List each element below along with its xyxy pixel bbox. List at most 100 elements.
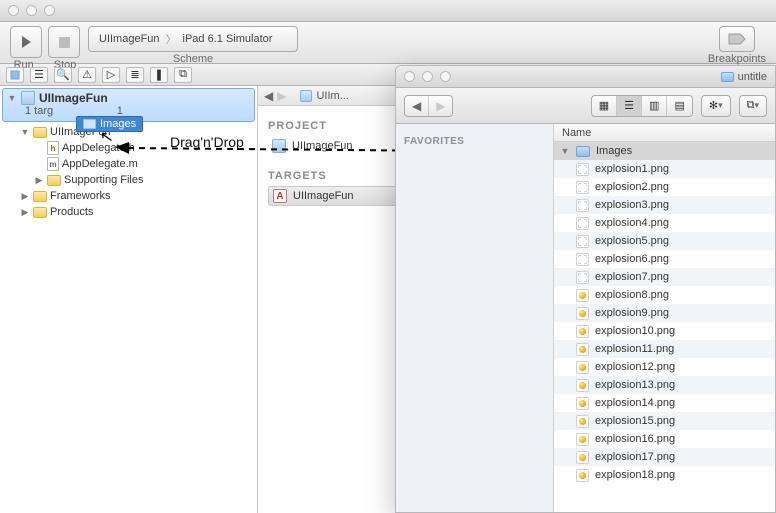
file-name: explosion7.png bbox=[595, 271, 669, 283]
column-header-name[interactable]: Name bbox=[554, 124, 775, 142]
disclosure-triangle-icon[interactable]: ▶ bbox=[20, 191, 30, 202]
file-row[interactable]: explosion1.png bbox=[554, 160, 775, 178]
file-name: explosion18.png bbox=[595, 469, 675, 481]
file-name: explosion17.png bbox=[595, 451, 675, 463]
list-view-button[interactable]: ☰ bbox=[617, 96, 642, 116]
chevron-right-icon: 〉 bbox=[166, 31, 177, 47]
column-view-button[interactable]: ▥ bbox=[642, 96, 667, 116]
breakpoint-icon bbox=[728, 33, 746, 45]
image-file-icon bbox=[576, 235, 589, 248]
jumpbar-item[interactable]: UIIm... bbox=[316, 90, 348, 102]
zoom-traffic-light[interactable] bbox=[44, 5, 55, 16]
project-navigator[interactable]: ▼ UIImageFun 1 targ 1 ▼UIImageFunhAppDel… bbox=[0, 86, 258, 513]
run-button[interactable] bbox=[10, 26, 42, 58]
finder-sidebar[interactable]: FAVORITES bbox=[396, 124, 554, 512]
project-name: UIImageFun bbox=[39, 91, 108, 105]
action-menu[interactable]: ✻ ▾ bbox=[701, 95, 731, 117]
folder-icon bbox=[576, 146, 590, 157]
image-file-icon bbox=[576, 199, 589, 212]
nav-item[interactable]: ▶ Products bbox=[0, 204, 257, 220]
file-row[interactable]: explosion12.png bbox=[554, 358, 775, 376]
project-navigator-tab[interactable] bbox=[6, 67, 24, 83]
disclosure-triangle-icon[interactable]: ▼ bbox=[560, 146, 570, 156]
file-row[interactable]: explosion17.png bbox=[554, 448, 775, 466]
dropbox-menu[interactable]: ⧉ ▾ bbox=[739, 95, 767, 117]
file-row[interactable]: explosion11.png bbox=[554, 340, 775, 358]
file-row[interactable]: explosion14.png bbox=[554, 394, 775, 412]
disclosure-triangle-icon[interactable]: ▶ bbox=[34, 175, 44, 186]
nav-item-label: AppDelegate.m bbox=[62, 158, 138, 170]
scheme-target: UIImageFun bbox=[99, 33, 160, 45]
breakpoints-button[interactable] bbox=[719, 26, 755, 52]
issue-navigator-tab[interactable]: ⚠ bbox=[78, 67, 96, 83]
back-button[interactable]: ◀ bbox=[405, 96, 429, 116]
breakpoint-navigator-tab[interactable]: ❚ bbox=[150, 67, 168, 83]
image-file-icon bbox=[576, 415, 589, 428]
disclosure-triangle-icon[interactable]: ▶ bbox=[20, 207, 30, 218]
file-row[interactable]: explosion2.png bbox=[554, 178, 775, 196]
folder-icon bbox=[33, 207, 47, 218]
finder-file-list[interactable]: Name ▼ Images explosion1.png explosion2.p… bbox=[554, 124, 775, 512]
file-name: explosion16.png bbox=[595, 433, 675, 445]
file-row[interactable]: explosion18.png bbox=[554, 466, 775, 484]
file-row[interactable]: explosion10.png bbox=[554, 322, 775, 340]
nav-item[interactable]: ▶ Supporting Files bbox=[0, 172, 257, 188]
file-row[interactable]: explosion9.png bbox=[554, 304, 775, 322]
zoom-traffic-light[interactable] bbox=[440, 71, 451, 82]
file-row[interactable]: explosion15.png bbox=[554, 412, 775, 430]
find-navigator-tab[interactable]: 🔍 bbox=[54, 67, 72, 83]
icon-view-button[interactable]: ▦ bbox=[592, 96, 617, 116]
image-file-icon bbox=[576, 469, 589, 482]
finder-toolbar: ◀ ▶ ▦ ☰ ▥ ▤ ✻ ▾ ⧉ ▾ bbox=[396, 88, 775, 124]
breakpoints-label: Breakpoints bbox=[708, 53, 766, 65]
file-name: explosion10.png bbox=[595, 325, 675, 337]
image-file-icon bbox=[576, 343, 589, 356]
target-item-label: UIImageFun bbox=[293, 190, 354, 202]
disclosure-triangle-icon[interactable]: ▼ bbox=[20, 127, 30, 137]
file-row[interactable]: explosion4.png bbox=[554, 214, 775, 232]
image-file-icon bbox=[576, 397, 589, 410]
file-row[interactable]: explosion3.png bbox=[554, 196, 775, 214]
folder-row-images[interactable]: ▼ Images bbox=[554, 142, 775, 160]
image-file-icon bbox=[576, 253, 589, 266]
file-row[interactable]: explosion7.png bbox=[554, 268, 775, 286]
coverflow-view-button[interactable]: ▤ bbox=[667, 96, 691, 116]
test-navigator-tab[interactable]: ▷ bbox=[102, 67, 120, 83]
folder-icon bbox=[33, 127, 47, 138]
file-name: explosion3.png bbox=[595, 199, 669, 211]
scheme-destination: iPad 6.1 Simulator bbox=[183, 33, 273, 45]
minimize-traffic-light[interactable] bbox=[26, 5, 37, 16]
file-row[interactable]: explosion16.png bbox=[554, 430, 775, 448]
close-traffic-light[interactable] bbox=[404, 71, 415, 82]
stop-button[interactable] bbox=[48, 26, 80, 58]
symbol-navigator-tab[interactable]: ☰ bbox=[30, 67, 48, 83]
debug-navigator-tab[interactable]: ≣ bbox=[126, 67, 144, 83]
nav-item[interactable]: ▶Frameworks bbox=[0, 188, 257, 204]
impl-file-icon: m bbox=[47, 157, 59, 171]
sidebar-section-favorites: FAVORITES bbox=[404, 136, 545, 147]
file-name: explosion1.png bbox=[595, 163, 669, 175]
back-button[interactable]: ◀ bbox=[264, 89, 273, 103]
file-name: explosion2.png bbox=[595, 181, 669, 193]
finder-title: untitle bbox=[738, 71, 767, 83]
disclosure-triangle-icon[interactable]: ▼ bbox=[7, 93, 17, 103]
file-name: explosion13.png bbox=[595, 379, 675, 391]
file-row[interactable]: explosion13.png bbox=[554, 376, 775, 394]
file-name: explosion14.png bbox=[595, 397, 675, 409]
nav-item-label: Supporting Files bbox=[64, 174, 144, 186]
scheme-selector[interactable]: UIImageFun 〉 iPad 6.1 Simulator bbox=[88, 26, 298, 52]
forward-button[interactable]: ▶ bbox=[277, 89, 286, 103]
file-row[interactable]: explosion6.png bbox=[554, 250, 775, 268]
scheme-label: Scheme bbox=[173, 53, 213, 65]
nav-item-label: Products bbox=[50, 206, 93, 218]
file-row[interactable]: explosion5.png bbox=[554, 232, 775, 250]
image-file-icon bbox=[576, 379, 589, 392]
image-file-icon bbox=[576, 271, 589, 284]
log-navigator-tab[interactable]: ⧉ bbox=[174, 67, 192, 83]
close-traffic-light[interactable] bbox=[8, 5, 19, 16]
minimize-traffic-light[interactable] bbox=[422, 71, 433, 82]
file-row[interactable]: explosion8.png bbox=[554, 286, 775, 304]
image-file-icon bbox=[576, 307, 589, 320]
forward-button[interactable]: ▶ bbox=[429, 96, 452, 116]
nav-item[interactable]: mAppDelegate.m bbox=[0, 156, 257, 172]
